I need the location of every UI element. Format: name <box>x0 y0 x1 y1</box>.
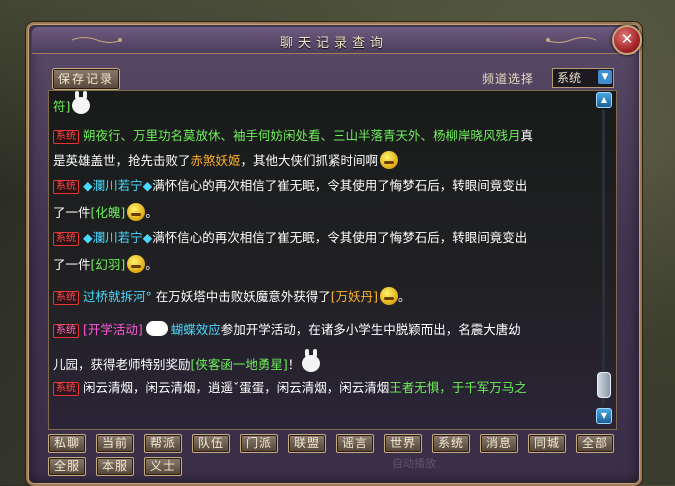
chat-line: 系统 [开学活动] 蝴蝶效应参加开学活动，在诸多小学生中脱颖而出，名震大唐幼 <box>53 321 521 339</box>
chat-line: 了一件[化魄]。 <box>53 203 158 221</box>
item-link[interactable]: [侠客函一地勇星] <box>191 357 288 372</box>
player-name[interactable]: ◆瀾川若宁◆ <box>83 230 152 245</box>
bunny-emoji-icon <box>302 349 321 372</box>
item-link[interactable]: [幻羽] <box>91 257 126 272</box>
item-link[interactable]: [万妖丹] <box>331 289 378 304</box>
chat-segment: 了一件 <box>53 205 91 220</box>
channel-select-value: 系统 <box>557 71 582 85</box>
chat-segment: 真 <box>520 128 534 143</box>
player-name[interactable]: 过桥就拆河° <box>83 289 152 304</box>
chat-link[interactable]: 赤煞妖姬 <box>191 153 241 168</box>
system-tag: 系统 <box>53 291 79 305</box>
system-tag: 系统 <box>53 232 79 246</box>
system-tag: 系统 <box>53 180 79 194</box>
chat-line: 符] <box>53 91 91 116</box>
filter-rumor[interactable]: 谣言 <box>336 434 374 453</box>
filter-city[interactable]: 同城 <box>528 434 566 453</box>
system-tag: 系统 <box>53 130 79 144</box>
scroll-up-icon[interactable]: ▲ <box>596 92 612 108</box>
chat-segment: 参加开学活动，在诸多小学生中脱颖而出，名震大唐幼 <box>220 322 521 337</box>
chat-scrollbar[interactable]: ▲ ▼ <box>596 90 612 428</box>
filter-all[interactable]: 全部 <box>576 434 614 453</box>
chat-segment: ，其他大侠们抓紧时间啊 <box>240 153 379 168</box>
filter-all-servers[interactable]: 全服 <box>48 457 86 476</box>
save-record-button[interactable]: 保存记录 <box>52 68 120 90</box>
chat-segment: 符] <box>53 99 71 114</box>
system-tag: 系统 <box>53 324 79 338</box>
chat-line: 系统 过桥就拆河° 在万妖塔中击败妖魔意外获得了[万妖丹]。 <box>53 287 411 306</box>
face-emoji-icon <box>127 203 146 221</box>
filter-world[interactable]: 世界 <box>384 434 422 453</box>
chat-segment: 朔夜行、万里功名莫放休、袖手何妨闲处看、三山半落青天外、杨柳岸晓风残月 <box>83 128 521 143</box>
grin-emoji-icon <box>380 287 399 305</box>
chat-segment: 闲云清烟，闲云清烟，逍遥ˇ蛋蛋，闲云清烟，闲云清烟 <box>83 380 390 395</box>
chat-log[interactable]: 符] 系统 朔夜行、万里功名莫放休、袖手何妨闲处看、三山半落青天外、杨柳岸晓风残月… <box>48 90 617 430</box>
chat-line: 系统 朔夜行、万里功名莫放休、袖手何妨闲处看、三山半落青天外、杨柳岸晓风残月真 <box>53 127 533 145</box>
filter-system[interactable]: 系统 <box>432 434 470 453</box>
filter-faction[interactable]: 门派 <box>240 434 278 453</box>
close-button[interactable]: ✕ <box>612 25 642 55</box>
filter-current[interactable]: 当前 <box>96 434 134 453</box>
chat-line: 儿园，获得老师特别奖励[侠客函一地勇星]！ <box>53 349 321 374</box>
chat-segment: 在万妖塔中击败妖魔意外获得了 <box>155 289 331 304</box>
chat-segment: 满怀信心的再次相信了崔无眠，令其使用了悔梦石后，转眼间竟变出 <box>152 178 528 193</box>
auto-play-watermark: 自动播放 <box>392 457 436 470</box>
chat-line: 了一件[幻羽]。 <box>53 255 158 273</box>
chat-line: 系统 ◆瀾川若宁◆满怀信心的再次相信了崔无眠，令其使用了悔梦石后，转眼间竟变出 <box>53 177 527 195</box>
chat-line: 是英雄盖世，抢先击败了赤煞妖姬，其他大侠们抓紧时间啊 <box>53 151 399 170</box>
player-name[interactable]: ◆瀾川若宁◆ <box>83 178 152 193</box>
filter-team[interactable]: 队伍 <box>192 434 230 453</box>
filter-alliance[interactable]: 联盟 <box>288 434 326 453</box>
chat-line: 系统 ◆瀾川若宁◆满怀信心的再次相信了崔无眠，令其使用了悔梦石后，转眼间竟变出 <box>53 229 527 247</box>
system-tag: 系统 <box>53 382 79 396</box>
filter-hero[interactable]: 义士 <box>144 457 182 476</box>
scroll-track[interactable] <box>602 110 605 406</box>
chat-segment: 了一件 <box>53 257 91 272</box>
filter-this-server[interactable]: 本服 <box>96 457 134 476</box>
scroll-down-icon[interactable]: ▼ <box>596 408 612 424</box>
face-emoji-icon <box>127 255 146 273</box>
chat-line: 系统 闲云清烟，闲云清烟，逍遥ˇ蛋蛋，闲云清烟，闲云清烟王者无惧，于千军万马之 <box>53 379 527 397</box>
filter-message[interactable]: 消息 <box>480 434 518 453</box>
filter-private[interactable]: 私聊 <box>48 434 86 453</box>
chat-segment: 是英雄盖世，抢先击败了 <box>53 153 191 168</box>
ornament-right-icon <box>546 37 596 43</box>
player-name[interactable]: 蝴蝶效应 <box>171 322 221 337</box>
sheep-emoji-icon <box>145 321 168 336</box>
chat-history-window: 聊天记录查询 ✕ 保存记录 频道选择 系统 ▼ 符] 系统 朔夜行、万里功名莫放休… <box>26 22 642 486</box>
channel-select[interactable]: 系统 ▼ <box>552 68 614 88</box>
chevron-down-icon[interactable]: ▼ <box>598 70 612 84</box>
chat-segment: 儿园，获得老师特别奖励 <box>53 357 191 372</box>
chat-segment: 满怀信心的再次相信了崔无眠，令其使用了悔梦石后，转眼间竟变出 <box>152 230 528 245</box>
title-bar[interactable]: 聊天记录查询 ✕ <box>32 25 642 55</box>
scroll-thumb[interactable] <box>597 372 611 398</box>
channel-select-label: 频道选择 <box>482 72 535 86</box>
item-link[interactable]: [化魄] <box>91 205 126 220</box>
bunny-emoji-icon <box>72 91 91 114</box>
laugh-emoji-icon <box>380 151 399 169</box>
filter-guild[interactable]: 帮派 <box>144 434 182 453</box>
event-link[interactable]: [开学活动] <box>83 322 143 337</box>
chat-segment: 王者无惧，于千军万马之 <box>389 380 527 395</box>
